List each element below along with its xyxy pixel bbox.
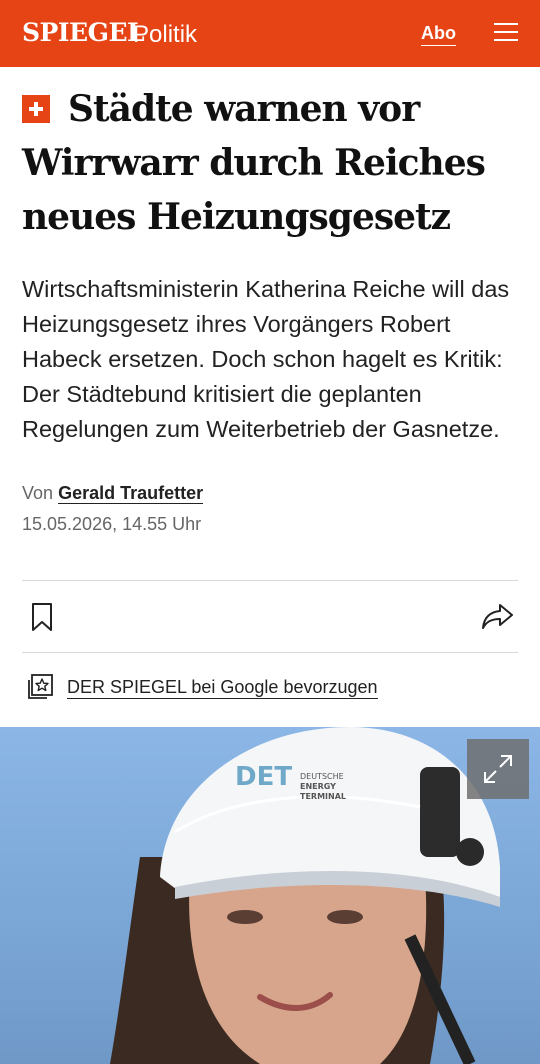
- expand-image-button[interactable]: [467, 739, 529, 799]
- google-preferred-source-icon[interactable]: [26, 673, 54, 701]
- photo-illustration: DET DEUTSCHE ENERGY TERMINAL: [110, 727, 500, 1064]
- google-preferred-link[interactable]: DER SPIEGEL bei Google bevorzugen: [67, 676, 378, 699]
- article-teaser: Wirtschaftsministerin Katherina Reiche w…: [22, 276, 510, 442]
- article-headline: Städte warnen vor Wirrwarr durch Reiches…: [22, 88, 486, 238]
- divider: [22, 580, 518, 581]
- abo-link[interactable]: Abo: [421, 23, 456, 46]
- spiegel-logo[interactable]: SPIEGEL: [22, 18, 145, 48]
- byline-prefix: Von: [22, 483, 54, 503]
- divider: [22, 652, 518, 653]
- helmet-text-line: ENERGY: [300, 782, 336, 791]
- article-photo[interactable]: DET DEUTSCHE ENERGY TERMINAL: [0, 727, 540, 1064]
- author-link[interactable]: Gerald Traufetter: [58, 483, 204, 504]
- publish-date: 15.05.2026, 14.55 Uhr: [22, 514, 202, 534]
- helmet-logo: DET: [235, 762, 292, 792]
- site-header: SPIEGEL Politik Abo: [0, 0, 540, 67]
- share-icon[interactable]: [480, 602, 514, 630]
- byline: Von Gerald Traufetter: [22, 482, 204, 504]
- hamburger-menu-icon[interactable]: [494, 23, 518, 43]
- helmet-text-line: DEUTSCHE: [300, 772, 344, 781]
- section-label[interactable]: Politik: [133, 21, 197, 49]
- bookmark-icon[interactable]: [31, 602, 53, 632]
- expand-icon: [484, 755, 512, 783]
- helmet-text-line: TERMINAL: [300, 792, 346, 801]
